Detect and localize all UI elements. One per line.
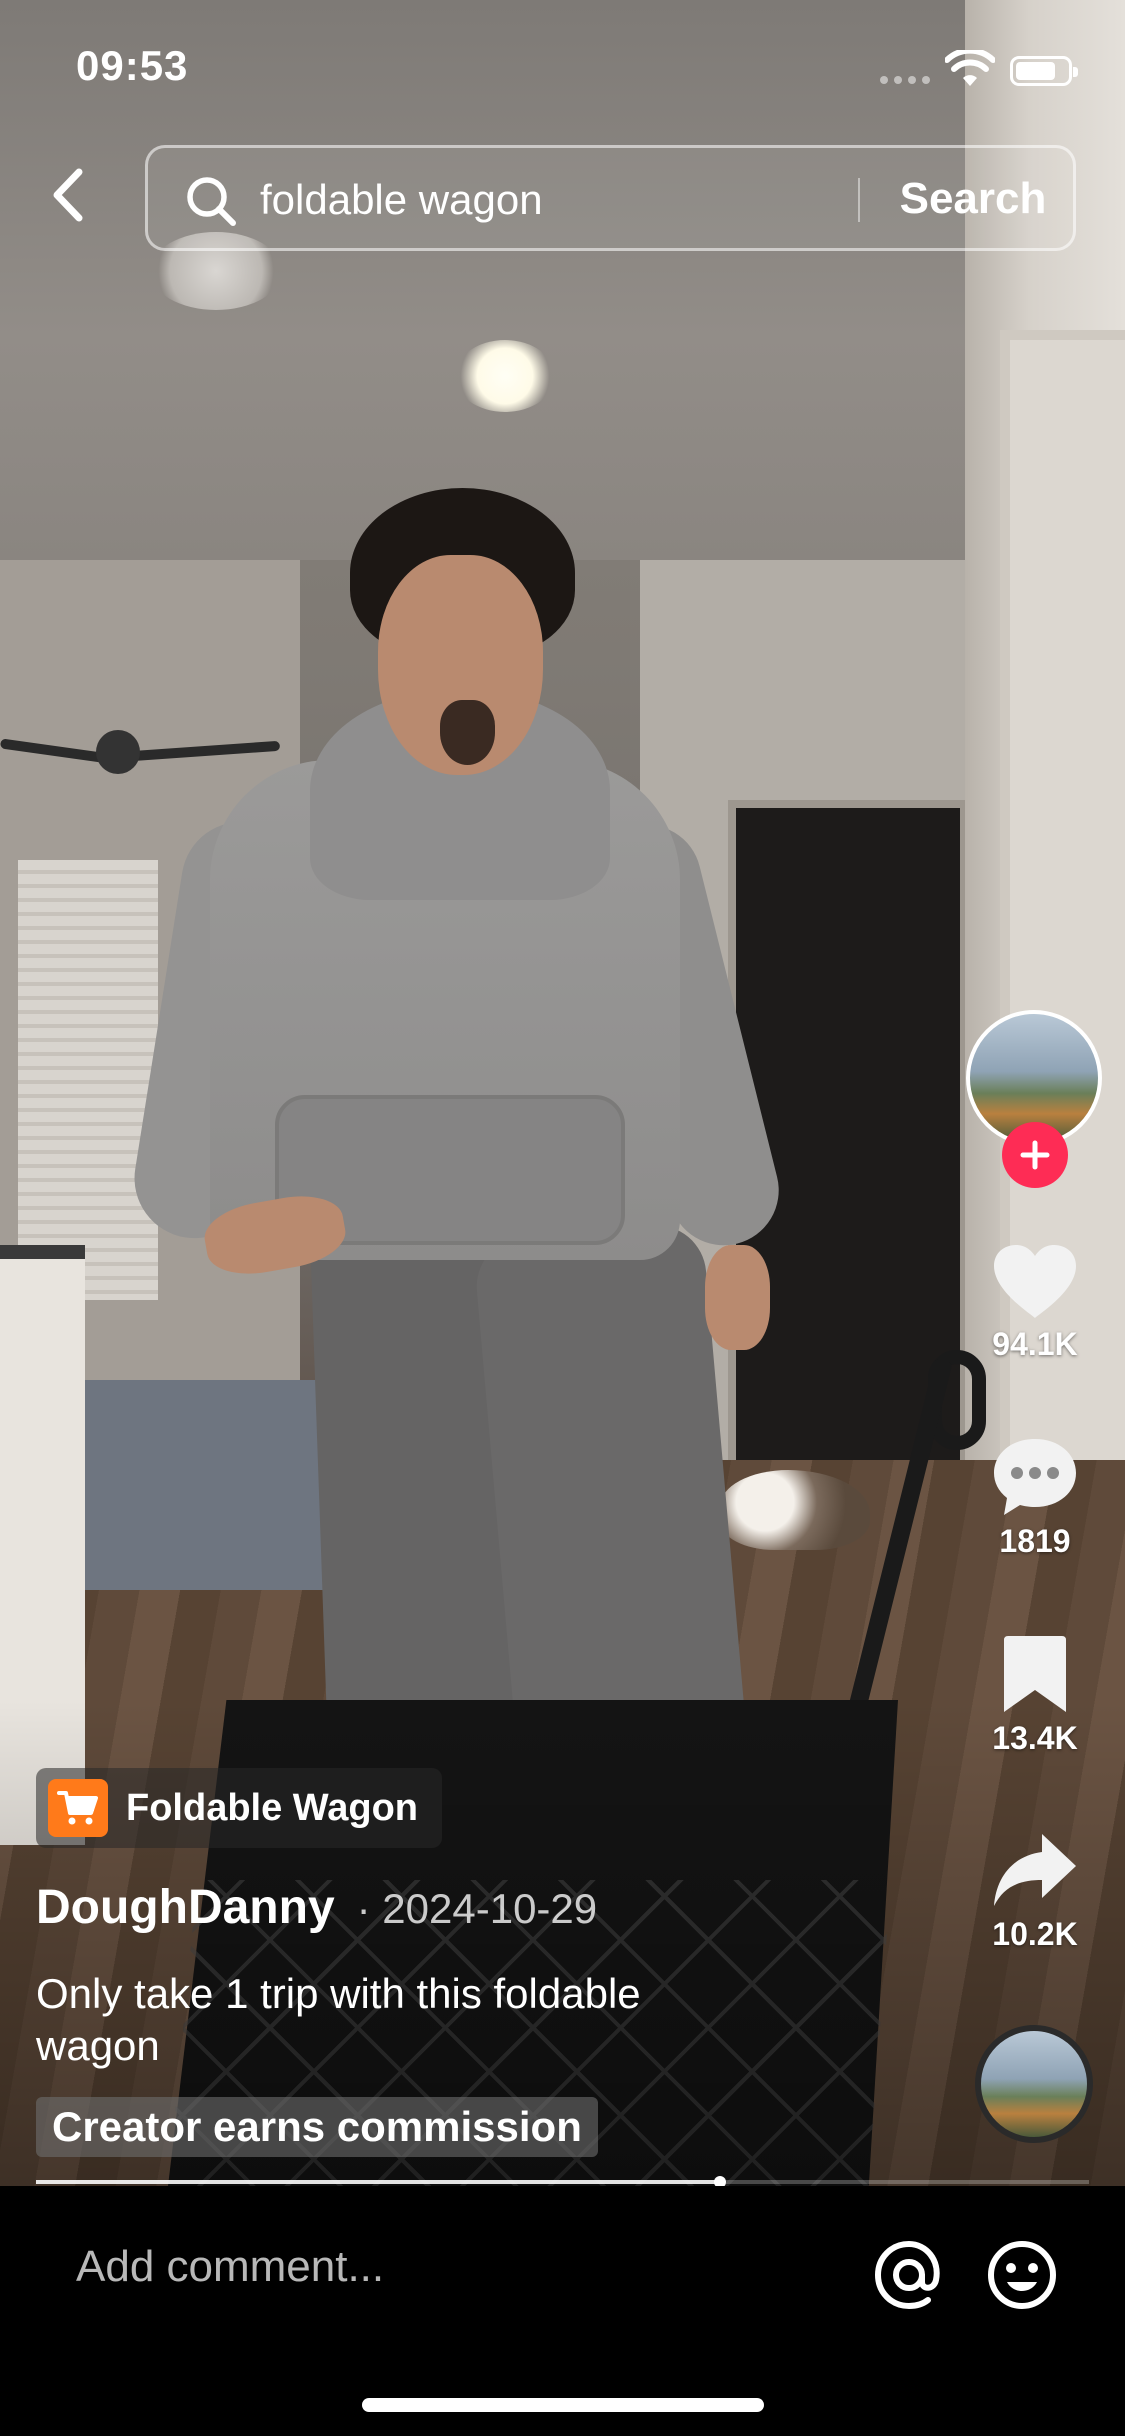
save-count: 13.4K bbox=[992, 1720, 1078, 1756]
share-button[interactable]: 10.2K bbox=[960, 1830, 1110, 1953]
plus-icon bbox=[1020, 1140, 1050, 1170]
share-count: 10.2K bbox=[992, 1916, 1078, 1952]
shopping-cart-icon bbox=[48, 1779, 108, 1837]
status-time: 09:53 bbox=[76, 42, 189, 89]
speech-bubble-icon bbox=[994, 1439, 1076, 1515]
video-ceiling-light bbox=[455, 340, 555, 412]
like-count: 94.1K bbox=[992, 1326, 1078, 1362]
username[interactable]: DoughDanny bbox=[36, 1880, 335, 1935]
comment-count: 1819 bbox=[999, 1523, 1071, 1559]
video-ceiling-fan bbox=[0, 720, 285, 780]
status-bar: 09:53 bbox=[0, 0, 1125, 130]
cellular-signal-icon bbox=[880, 76, 930, 84]
product-link[interactable]: Foldable Wagon bbox=[36, 1768, 443, 1848]
bookmark-icon bbox=[1004, 1636, 1066, 1712]
video-caption: Only take 1 trip with this foldable wago… bbox=[36, 1970, 641, 2069]
video-window-blind bbox=[18, 860, 158, 1300]
search-button[interactable]: Search bbox=[878, 174, 1068, 228]
share-arrow-icon bbox=[994, 1834, 1076, 1906]
at-sign-icon[interactable] bbox=[872, 2238, 946, 2312]
search-icon bbox=[187, 177, 236, 226]
wifi-icon bbox=[945, 50, 995, 86]
comment-input[interactable]: Add comment... bbox=[76, 2242, 384, 2292]
back-button[interactable] bbox=[36, 160, 98, 230]
video-person-beard bbox=[440, 700, 495, 765]
search-divider bbox=[858, 178, 860, 222]
home-indicator bbox=[362, 2398, 764, 2412]
comment-button[interactable]: 1819 bbox=[960, 1435, 1110, 1560]
follow-button[interactable] bbox=[1002, 1122, 1068, 1188]
video-person-hand bbox=[705, 1245, 770, 1350]
commission-tag: Creator earns commission bbox=[36, 2097, 598, 2157]
heart-icon bbox=[994, 1245, 1076, 1318]
post-date: · 2024-10-29 bbox=[356, 1885, 598, 1932]
search-input[interactable]: foldable wagon bbox=[260, 176, 543, 224]
playback-progress[interactable] bbox=[36, 2176, 1089, 2188]
music-disc[interactable] bbox=[975, 2025, 1093, 2143]
chevron-left-icon bbox=[53, 168, 83, 222]
search-bar[interactable]: foldable wagon Search bbox=[145, 145, 1076, 251]
comment-bar: Add comment... bbox=[0, 2186, 1125, 2436]
smiley-icon[interactable] bbox=[985, 2238, 1059, 2312]
battery-icon bbox=[1010, 56, 1078, 86]
like-button[interactable]: 94.1K bbox=[960, 1242, 1110, 1363]
product-name: Foldable Wagon bbox=[126, 1786, 419, 1829]
playback-progress-fill bbox=[36, 2180, 721, 2184]
video-player[interactable] bbox=[0, 0, 1125, 2186]
save-button[interactable]: 13.4K bbox=[960, 1632, 1110, 1757]
author-row: DoughDanny · 2024-10-29 bbox=[36, 1880, 597, 1935]
